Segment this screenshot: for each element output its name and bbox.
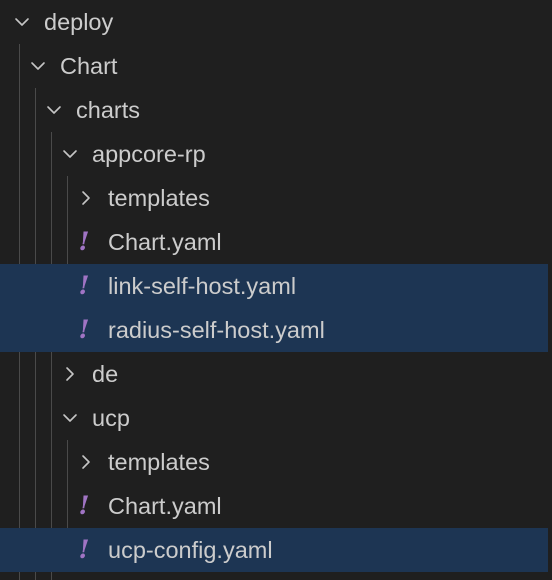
tree-item-ucp[interactable]: ucp	[0, 396, 548, 440]
tree-item-link-self-host-yaml[interactable]: ! link-self-host.yaml	[0, 264, 548, 308]
yaml-file-icon: !	[78, 491, 90, 520]
tree-item-chart-folder[interactable]: Chart	[0, 44, 548, 88]
tree-item-label: Chart.yaml	[108, 493, 222, 519]
chevron-right-icon[interactable]	[76, 452, 96, 472]
tree-item-label: radius-self-host.yaml	[108, 317, 325, 343]
tree-item-label: Chart	[60, 53, 118, 79]
tree-item-label: ucp	[92, 405, 130, 431]
yaml-file-icon: !	[78, 315, 90, 344]
tree-item-label: charts	[76, 97, 140, 123]
tree-item-label: templates	[108, 449, 210, 475]
chevron-down-icon[interactable]	[12, 12, 32, 32]
tree-item-ucp-config-yaml[interactable]: ! ucp-config.yaml	[0, 528, 548, 572]
chevron-down-icon[interactable]	[60, 144, 80, 164]
tree-item-deploy[interactable]: deploy	[0, 0, 548, 44]
chevron-down-icon[interactable]	[28, 56, 48, 76]
tree-item-label: deploy	[44, 9, 114, 35]
chevron-right-icon[interactable]	[60, 364, 80, 384]
chevron-right-icon[interactable]	[76, 188, 96, 208]
tree-item-label: appcore-rp	[92, 141, 206, 167]
yaml-file-icon: !	[78, 227, 90, 256]
chevron-down-icon[interactable]	[60, 408, 80, 428]
tree-item-templates[interactable]: templates	[0, 440, 548, 484]
file-explorer-tree: deploy Chart charts appcore-rp templates…	[0, 0, 552, 580]
chevron-down-icon[interactable]	[44, 100, 64, 120]
tree-item-label: ucp-config.yaml	[108, 537, 273, 563]
tree-item-templates[interactable]: templates	[0, 176, 548, 220]
tree-item-radius-self-host-yaml[interactable]: ! radius-self-host.yaml	[0, 308, 548, 352]
yaml-file-icon: !	[78, 271, 90, 300]
tree-item-chart-yaml[interactable]: ! Chart.yaml	[0, 220, 548, 264]
tree-item-label: templates	[108, 185, 210, 211]
tree-item-de[interactable]: de	[0, 352, 548, 396]
tree-item-chart-yaml[interactable]: ! Chart.yaml	[0, 484, 548, 528]
tree-item-label: link-self-host.yaml	[108, 273, 297, 299]
tree-item-label: de	[92, 361, 119, 387]
tree-item-charts[interactable]: charts	[0, 88, 548, 132]
tree-item-label: Chart.yaml	[108, 229, 222, 255]
tree-item-appcore-rp[interactable]: appcore-rp	[0, 132, 548, 176]
yaml-file-icon: !	[78, 535, 90, 564]
